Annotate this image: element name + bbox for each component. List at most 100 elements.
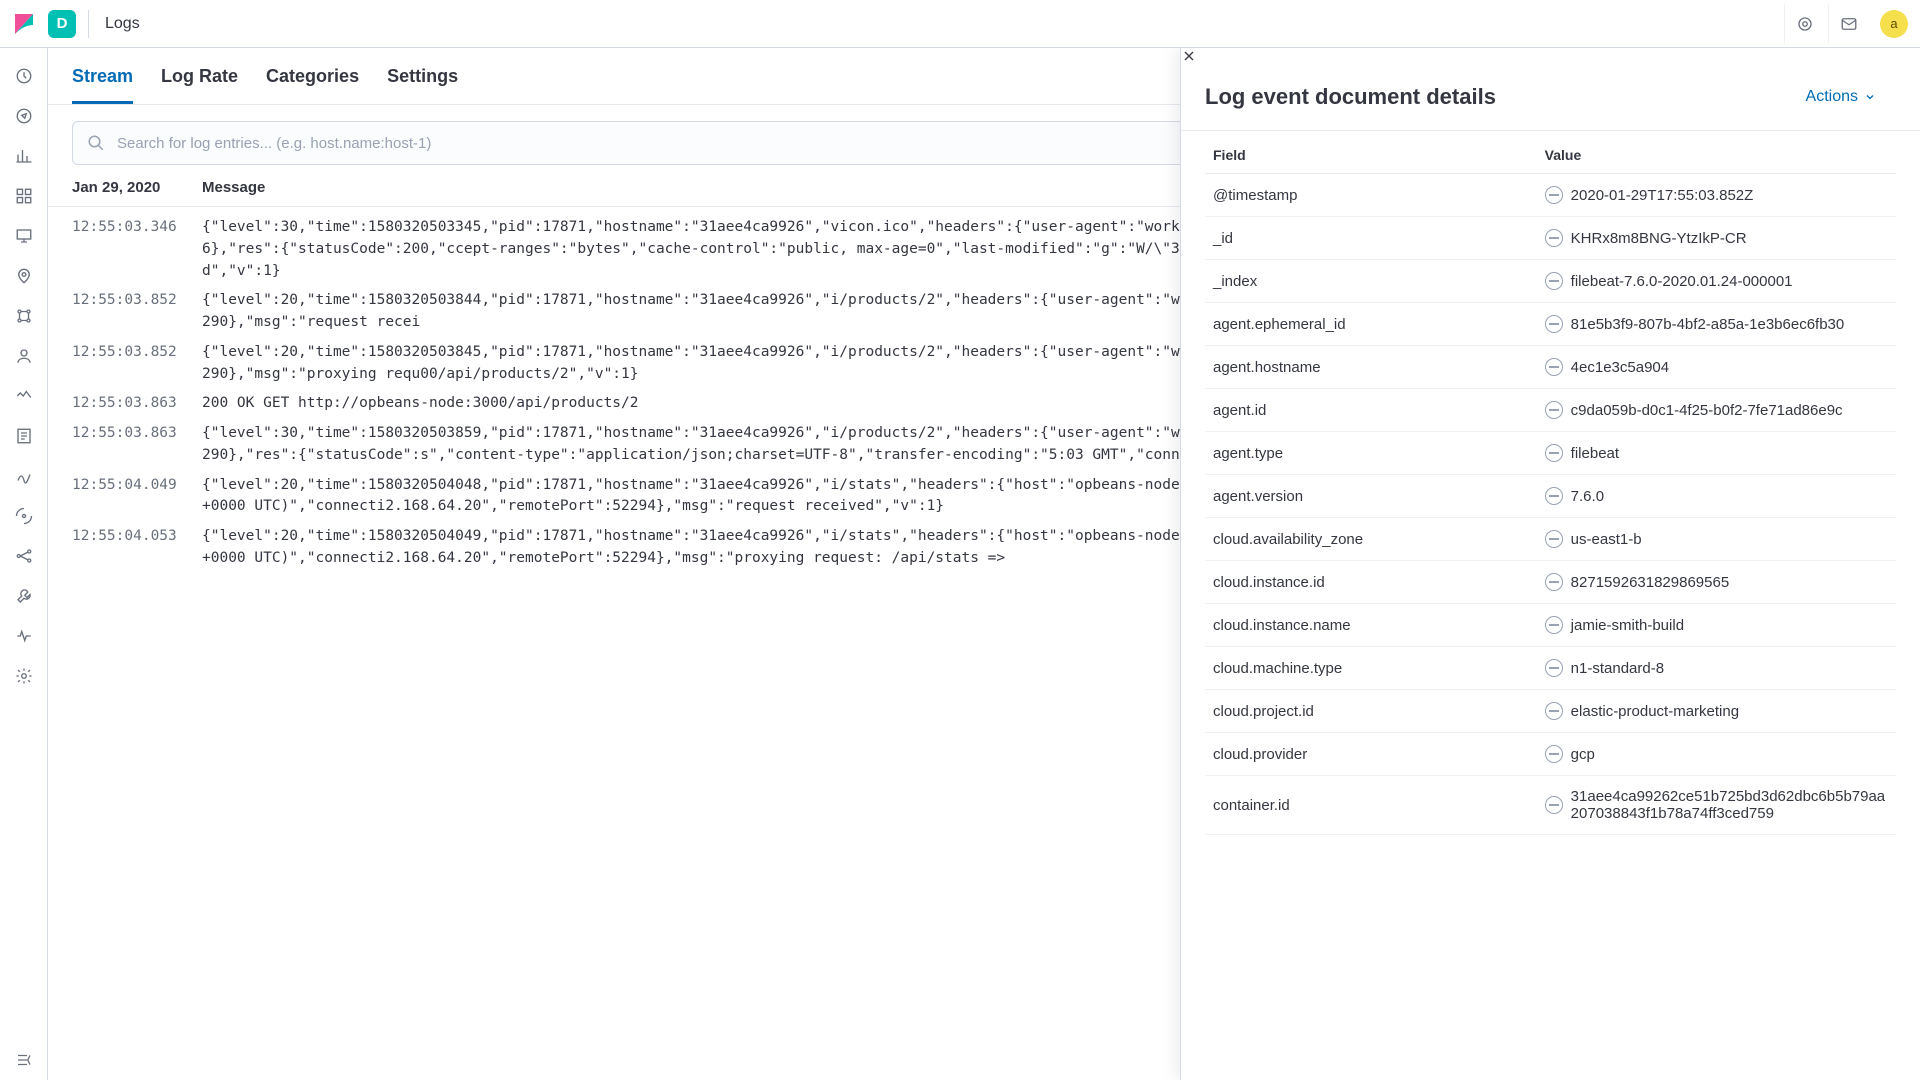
field-value: 4ec1e3c5a904 [1537, 346, 1896, 389]
field-row: cloud.project.id elastic-product-marketin… [1205, 690, 1896, 733]
field-value: KHRx8m8BNG-YtzIkP-CR [1537, 217, 1896, 260]
field-value-text: 4ec1e3c5a904 [1571, 359, 1669, 376]
nav-graph-icon[interactable] [0, 536, 48, 576]
field-header: Field [1205, 131, 1537, 174]
nav-metrics-icon[interactable] [0, 376, 48, 416]
field-name: cloud.machine.type [1205, 647, 1537, 690]
field-name: cloud.project.id [1205, 690, 1537, 733]
field-row: cloud.availability_zoneus-east1-b [1205, 518, 1896, 561]
tab-categories[interactable]: Categories [266, 66, 359, 104]
nav-dashboard-icon[interactable] [0, 176, 48, 216]
nav-management-icon[interactable] [0, 656, 48, 696]
nav-visualize-icon[interactable] [0, 136, 48, 176]
field-value-text: 81e5b3f9-807b-4bf2-a85a-1e3b6ec6fb30 [1571, 316, 1845, 333]
filter-icon[interactable] [1545, 229, 1563, 247]
field-row: _idKHRx8m8BNG-YtzIkP-CR [1205, 217, 1896, 260]
nav-siem-icon[interactable] [0, 336, 48, 376]
field-name: _id [1205, 217, 1537, 260]
value-header: Value [1537, 131, 1896, 174]
space-selector[interactable]: D [48, 10, 76, 38]
filter-icon[interactable] [1545, 358, 1563, 376]
flyout-header: Log event document details Actions [1181, 64, 1920, 131]
nav-canvas-icon[interactable] [0, 216, 48, 256]
filter-icon[interactable] [1545, 401, 1563, 419]
field-name: _index [1205, 260, 1537, 303]
field-row: cloud.providergcp [1205, 733, 1896, 776]
field-row: agent.type filebeat [1205, 432, 1896, 475]
field-value-text: gcp [1571, 746, 1595, 763]
filter-icon[interactable] [1545, 659, 1563, 677]
nav-uptime-icon[interactable] [0, 496, 48, 536]
field-value-text: 2020-01-29T17:55:03.852Z [1571, 187, 1754, 204]
field-row: cloud.machine.type n1-standard-8 [1205, 647, 1896, 690]
field-value-text: filebeat-7.6.0-2020.01.24-000001 [1571, 273, 1793, 290]
field-value: jamie-smith-build [1537, 604, 1896, 647]
tab-stream[interactable]: Stream [72, 66, 133, 104]
side-nav [0, 48, 48, 1080]
filter-icon[interactable] [1545, 573, 1563, 591]
topbar: D Logs a [0, 0, 1920, 48]
log-timestamp: 12:55:04.053 [72, 526, 202, 570]
user-avatar[interactable]: a [1880, 10, 1908, 38]
field-name: agent.type [1205, 432, 1537, 475]
breadcrumb: Logs [105, 15, 140, 33]
kibana-logo-icon[interactable] [12, 12, 36, 36]
actions-dropdown[interactable]: Actions [1806, 88, 1876, 106]
timestamp-column-header: Jan 29, 2020 [72, 179, 202, 196]
filter-icon[interactable] [1545, 702, 1563, 720]
main-content: Stream Log Rate Categories Settings Jan 29,… [48, 48, 1920, 1080]
nav-discover-icon[interactable] [0, 96, 48, 136]
field-value-text: elastic-product-marketing [1571, 703, 1739, 720]
filter-icon[interactable] [1545, 530, 1563, 548]
field-name: @timestamp [1205, 174, 1537, 217]
nav-dev-tools-icon[interactable] [0, 576, 48, 616]
field-value-text: 7.6.0 [1571, 488, 1604, 505]
mail-icon[interactable] [1828, 4, 1868, 44]
field-value-text: filebeat [1571, 445, 1619, 462]
filter-icon[interactable] [1545, 186, 1563, 204]
chevron-down-icon [1864, 91, 1876, 103]
filter-icon[interactable] [1545, 272, 1563, 290]
nav-monitoring-icon[interactable] [0, 616, 48, 656]
field-value: filebeat [1537, 432, 1896, 475]
field-value: 7.6.0 [1537, 475, 1896, 518]
field-row: agent.idc9da059b-d0c1-4f25-b0f2-7fe71ad8… [1205, 389, 1896, 432]
log-timestamp: 12:55:03.346 [72, 217, 202, 282]
field-value: n1-standard-8 [1537, 647, 1896, 690]
nav-maps-icon[interactable] [0, 256, 48, 296]
field-value: 31aee4ca99262ce51b725bd3d62dbc6b5b79aa20… [1537, 776, 1896, 835]
field-value: 2020-01-29T17:55:03.852Z [1537, 174, 1896, 217]
field-value-text: 31aee4ca99262ce51b725bd3d62dbc6b5b79aa20… [1571, 788, 1888, 822]
field-value: us-east1-b [1537, 518, 1896, 561]
tab-settings[interactable]: Settings [387, 66, 458, 104]
details-flyout: Log event document details Actions Field… [1180, 48, 1920, 1080]
log-timestamp: 12:55:04.049 [72, 475, 202, 519]
filter-icon[interactable] [1545, 796, 1563, 814]
filter-icon[interactable] [1545, 616, 1563, 634]
nav-ml-icon[interactable] [0, 296, 48, 336]
field-value-text: us-east1-b [1571, 531, 1642, 548]
filter-icon[interactable] [1545, 315, 1563, 333]
field-name: agent.ephemeral_id [1205, 303, 1537, 346]
nav-logs-icon[interactable] [0, 416, 48, 456]
field-value-text: n1-standard-8 [1571, 660, 1664, 677]
filter-icon[interactable] [1545, 487, 1563, 505]
field-value-text: c9da059b-d0c1-4f25-b0f2-7fe71ad86e9c [1571, 402, 1843, 419]
flyout-title: Log event document details [1205, 84, 1806, 110]
filter-icon[interactable] [1545, 745, 1563, 763]
log-timestamp: 12:55:03.863 [72, 393, 202, 415]
newsfeed-icon[interactable] [1784, 4, 1824, 44]
nav-collapse-icon[interactable] [0, 1040, 48, 1080]
field-row: agent.hostname4ec1e3c5a904 [1205, 346, 1896, 389]
nav-recent-icon[interactable] [0, 56, 48, 96]
log-timestamp: 12:55:03.852 [72, 290, 202, 334]
tab-log-rate[interactable]: Log Rate [161, 66, 238, 104]
filter-icon[interactable] [1545, 444, 1563, 462]
field-value: elastic-product-marketing [1537, 690, 1896, 733]
nav-apm-icon[interactable] [0, 456, 48, 496]
flyout-body: Field Value @timestamp 2020-01-29T17:55:0… [1181, 131, 1920, 1080]
field-row: @timestamp 2020-01-29T17:55:03.852Z [1205, 174, 1896, 217]
field-value: 8271592631829869565 [1537, 561, 1896, 604]
close-icon[interactable] [1181, 48, 1920, 64]
field-row: agent.version7.6.0 [1205, 475, 1896, 518]
